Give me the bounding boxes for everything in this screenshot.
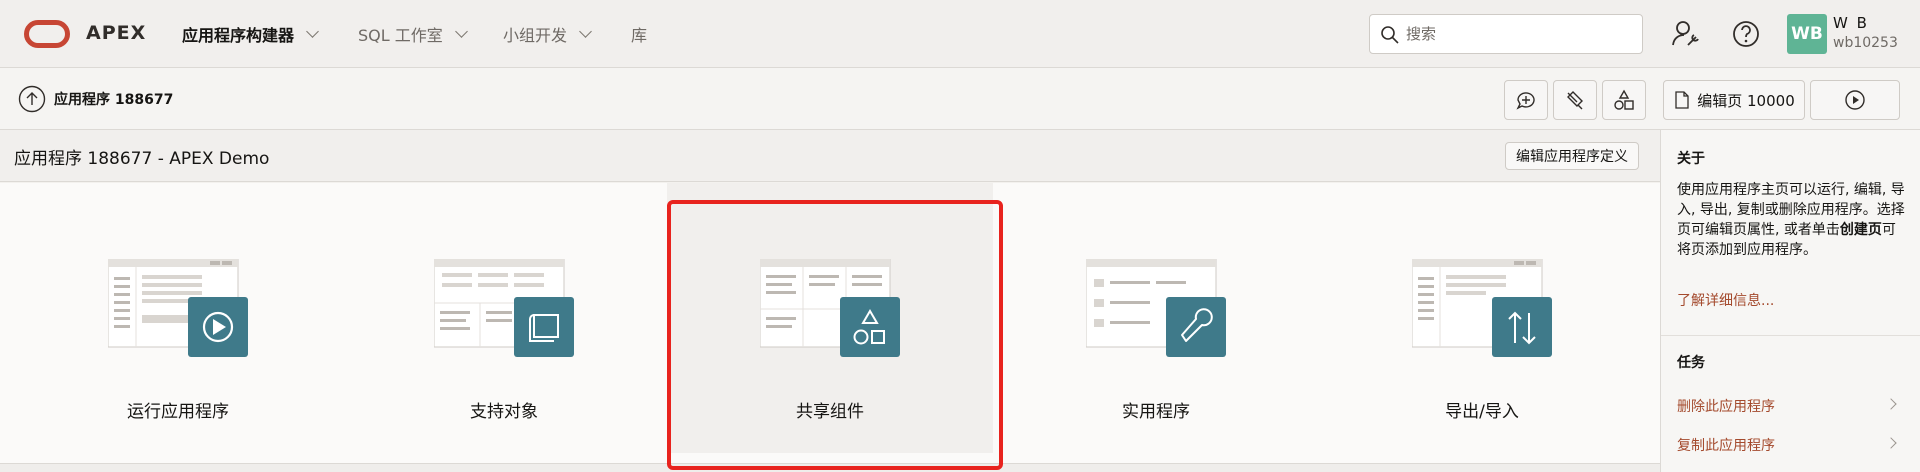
tile-supporting-objects-label: 支持对象 bbox=[470, 402, 538, 422]
brand-name[interactable]: APEX bbox=[86, 22, 146, 44]
page-edit-icon bbox=[1675, 91, 1689, 109]
nav-gallery-label: 库 bbox=[631, 26, 648, 45]
comments-button[interactable] bbox=[1504, 80, 1548, 120]
export-import-illustration bbox=[1412, 259, 1552, 357]
search-box[interactable] bbox=[1369, 14, 1643, 54]
run-page-button[interactable] bbox=[1810, 80, 1900, 120]
nav-team-development-label: 小组开发 bbox=[503, 26, 568, 45]
top-header: APEX 应用程序构建器 SQL 工作室 小组开发 库 WB W B wb102… bbox=[0, 0, 1920, 68]
user-name[interactable]: W B bbox=[1833, 14, 1869, 32]
nav-team-development[interactable]: 小组开发 bbox=[503, 22, 592, 46]
play-icon bbox=[1845, 90, 1865, 110]
search-icon bbox=[1381, 26, 1399, 44]
tile-utilities[interactable]: 实用程序 bbox=[993, 183, 1319, 453]
utilities-illustration bbox=[1086, 259, 1226, 357]
arrow-up-icon[interactable] bbox=[18, 85, 46, 113]
tasks-heading: 任务 bbox=[1677, 355, 1705, 371]
nav-sql-workshop-label: SQL 工作室 bbox=[358, 26, 443, 45]
comment-add-icon bbox=[1516, 92, 1535, 110]
tile-export-import-label: 导出/导入 bbox=[1445, 402, 1519, 422]
learn-more-link[interactable]: 了解详细信息... bbox=[1677, 290, 1774, 310]
page-title: 应用程序 188677 - APEX Demo bbox=[14, 149, 270, 169]
utilities-button[interactable] bbox=[1553, 80, 1597, 120]
tile-export-import[interactable]: 导出/导入 bbox=[1319, 183, 1645, 453]
sidebar-divider bbox=[1661, 335, 1920, 336]
brush-icon bbox=[1567, 91, 1583, 110]
right-sidebar: 关于 使用应用程序主页可以运行, 编辑, 导入, 导出, 复制或删除应用程序。选… bbox=[1660, 130, 1920, 472]
about-text: 使用应用程序主页可以运行, 编辑, 导入, 导出, 复制或删除应用程序。选择页可… bbox=[1677, 180, 1907, 260]
tile-supporting-objects[interactable]: 支持对象 bbox=[341, 183, 667, 453]
help-icon[interactable] bbox=[1728, 16, 1764, 52]
admin-user-icon[interactable] bbox=[1668, 16, 1704, 52]
tile-utilities-label: 实用程序 bbox=[1122, 402, 1190, 422]
run-application-illustration bbox=[108, 259, 248, 357]
selection-highlight bbox=[667, 200, 1003, 470]
app-breadcrumb[interactable]: 应用程序 188677 bbox=[54, 89, 173, 109]
app-toolbar: 应用程序 188677 编辑页 10000 bbox=[0, 68, 1920, 130]
about-heading: 关于 bbox=[1677, 151, 1705, 167]
edit-page-label: 编辑页 10000 bbox=[1697, 91, 1795, 110]
edit-application-definition-button[interactable]: 编辑应用程序定义 bbox=[1505, 142, 1639, 170]
nav-sql-workshop[interactable]: SQL 工作室 bbox=[358, 22, 468, 46]
nav-app-builder-label: 应用程序构建器 bbox=[182, 26, 295, 45]
oracle-logo-icon[interactable] bbox=[24, 20, 70, 48]
supporting-objects-illustration bbox=[434, 259, 574, 357]
avatar[interactable]: WB bbox=[1787, 14, 1827, 54]
shared-components-button[interactable] bbox=[1602, 80, 1646, 120]
tile-run-application-label: 运行应用程序 bbox=[127, 402, 229, 422]
chevron-down-icon bbox=[454, 25, 468, 38]
copy-application-link[interactable]: 复制此应用程序 bbox=[1677, 435, 1775, 455]
chevron-down-icon bbox=[306, 25, 319, 38]
nav-app-builder[interactable]: 应用程序构建器 bbox=[182, 22, 319, 46]
user-id: wb10253 bbox=[1833, 35, 1898, 51]
shapes-icon bbox=[1614, 89, 1634, 110]
create-page-emphasis: 创建页 bbox=[1839, 222, 1882, 238]
edit-page-button[interactable]: 编辑页 10000 bbox=[1663, 80, 1805, 120]
chevron-down-icon bbox=[579, 25, 592, 38]
delete-application-link[interactable]: 删除此应用程序 bbox=[1677, 396, 1775, 416]
tile-run-application[interactable]: 运行应用程序 bbox=[15, 183, 341, 453]
nav-gallery[interactable]: 库 bbox=[631, 22, 647, 46]
search-input[interactable] bbox=[1406, 25, 1626, 43]
page-header: 应用程序 188677 - APEX Demo 编辑应用程序定义 bbox=[0, 130, 1660, 182]
